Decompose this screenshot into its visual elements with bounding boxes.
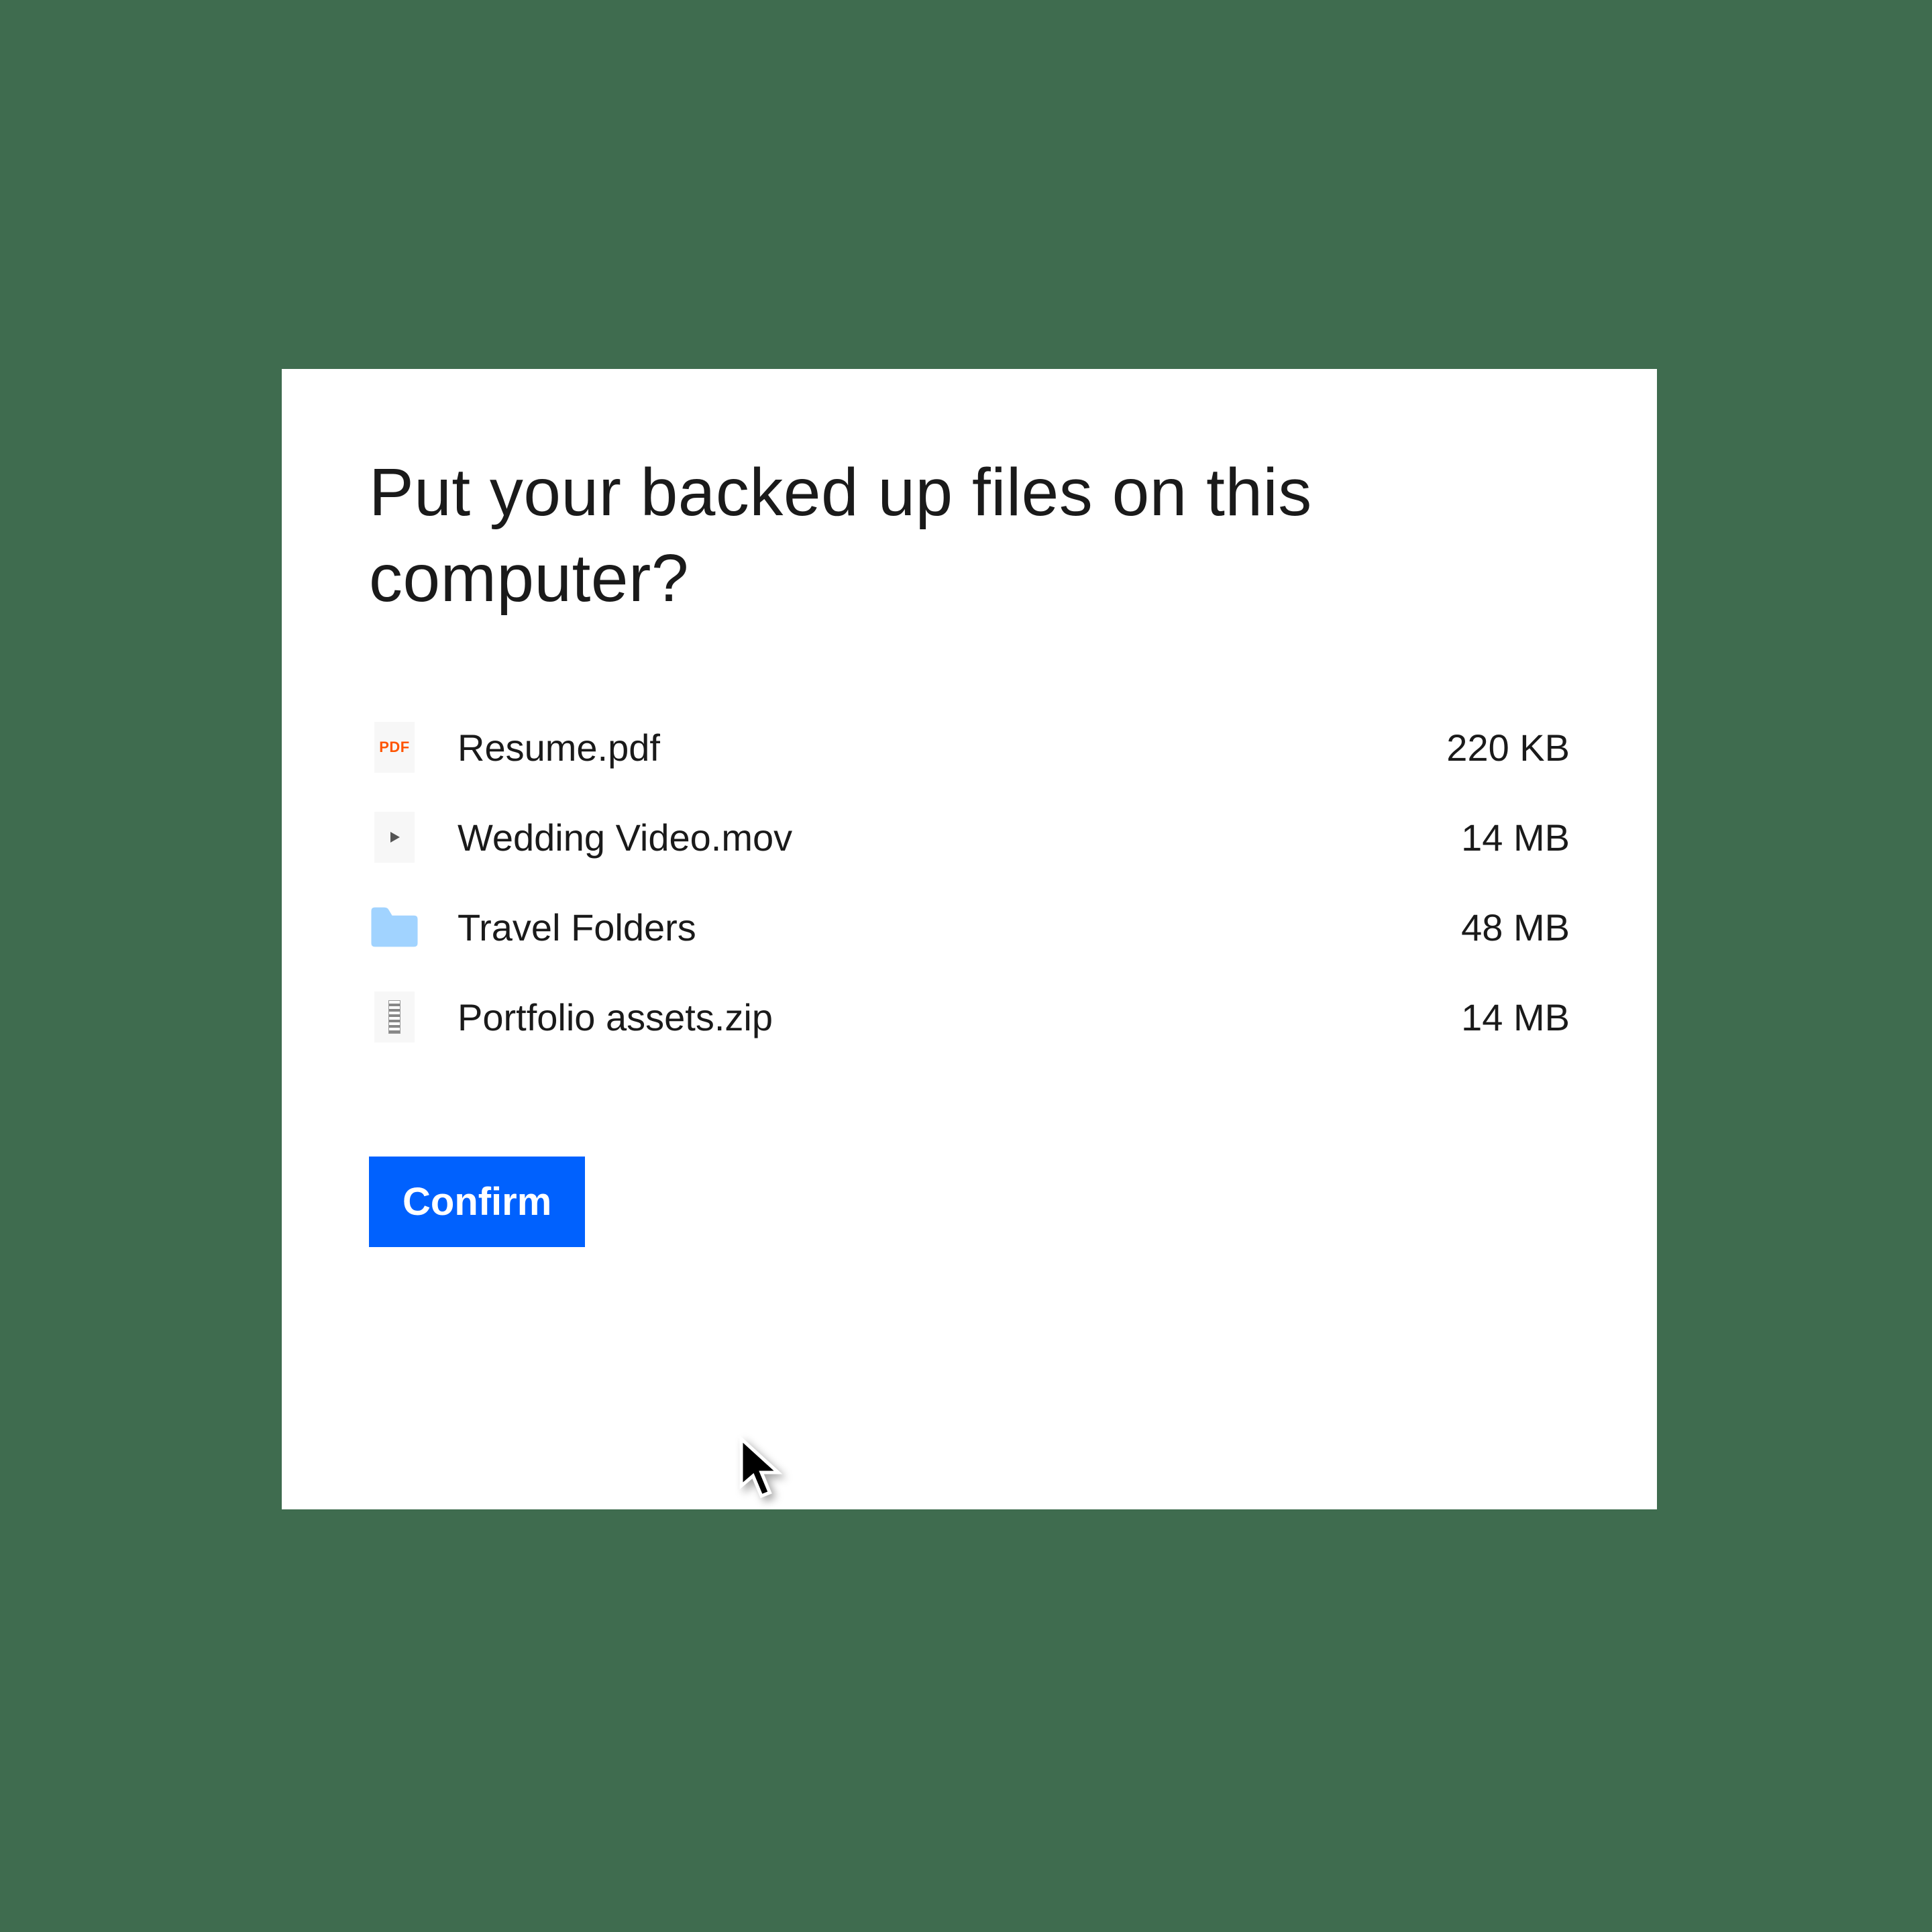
file-name: Wedding Video.mov xyxy=(458,816,1461,859)
zip-file-icon xyxy=(369,991,420,1042)
file-size: 48 MB xyxy=(1461,906,1570,949)
file-size: 220 KB xyxy=(1446,726,1570,769)
file-size: 14 MB xyxy=(1461,816,1570,859)
file-name: Resume.pdf xyxy=(458,726,1446,769)
confirm-button[interactable]: Confirm xyxy=(369,1157,585,1247)
file-size: 14 MB xyxy=(1461,996,1570,1039)
folder-icon xyxy=(369,902,420,953)
video-file-icon xyxy=(369,812,420,863)
file-list: PDF Resume.pdf 220 KB Wedding Video.mov … xyxy=(369,722,1570,1042)
file-row: Wedding Video.mov 14 MB xyxy=(369,812,1570,863)
pdf-file-icon: PDF xyxy=(369,722,420,773)
file-name: Travel Folders xyxy=(458,906,1461,949)
file-row: Travel Folders 48 MB xyxy=(369,902,1570,953)
dialog-title: Put your backed up files on this compute… xyxy=(369,449,1570,621)
file-name: Portfolio assets.zip xyxy=(458,996,1461,1039)
file-row: Portfolio assets.zip 14 MB xyxy=(369,991,1570,1042)
restore-files-dialog: Put your backed up files on this compute… xyxy=(282,369,1657,1509)
file-row: PDF Resume.pdf 220 KB xyxy=(369,722,1570,773)
